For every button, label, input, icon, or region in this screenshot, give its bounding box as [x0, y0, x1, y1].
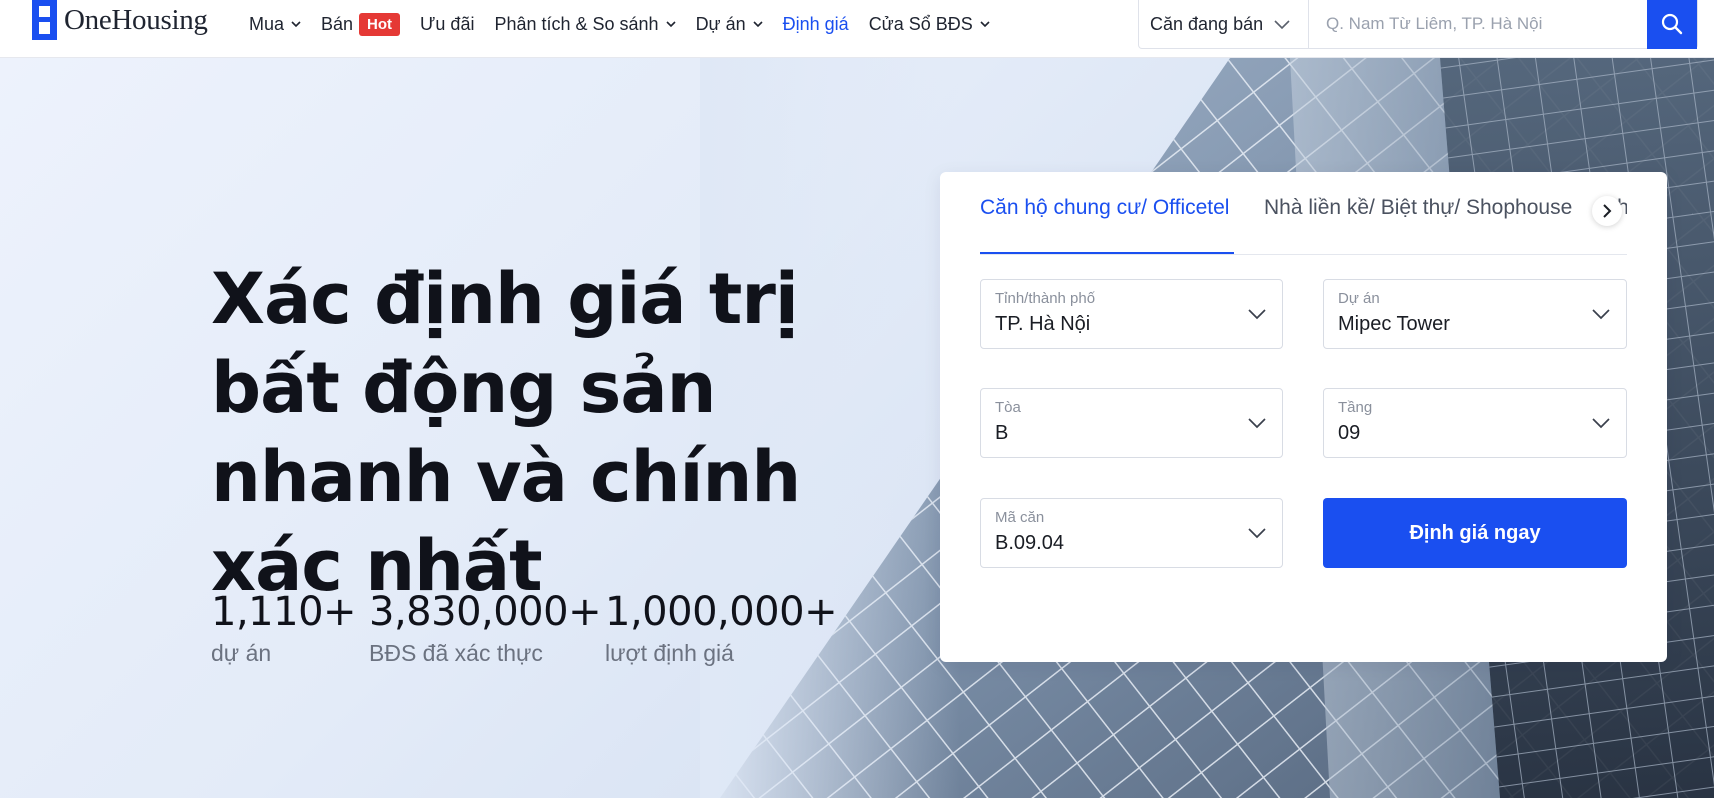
stat-label: BĐS đã xác thực: [369, 640, 543, 666]
chevron-down-icon: [1248, 309, 1266, 320]
field-value: TP. Hà Nội: [995, 313, 1091, 335]
top-header: OneHousing Mua Bán Hot Ưu đãi Phân tích …: [0, 0, 1714, 58]
nav-item-label: Bán: [321, 13, 354, 34]
field-label: Tỉnh/thành phố: [995, 290, 1096, 307]
chevron-down-icon: [980, 21, 990, 28]
valuation-card: Căn hộ chung cư/ Officetel Nhà liền kề/ …: [940, 172, 1667, 662]
nav-item-label: Định giá: [782, 13, 849, 34]
field-value: Mipec Tower: [1338, 313, 1450, 335]
chevron-down-icon: [1274, 20, 1290, 30]
stat-label: lượt định giá: [605, 640, 734, 666]
stat-label: dự án: [211, 640, 272, 666]
nav-item-dinh-gia[interactable]: Định giá: [783, 14, 849, 35]
nav-item-label: Cửa Sổ BĐS: [868, 13, 973, 34]
project-select[interactable]: Dự án Mipec Tower: [1323, 279, 1627, 349]
nav-item-label: Dự án: [695, 13, 746, 34]
tab-townhouse[interactable]: Nhà liền kề/ Biệt thự/ Shophouse: [1264, 196, 1572, 220]
main-nav: Mua Bán Hot Ưu đãi Phân tích & So sánh D…: [249, 0, 1010, 48]
nav-item-cua-so-bds[interactable]: Cửa Sổ BĐS: [869, 14, 990, 35]
floor-select[interactable]: Tầng 09: [1323, 388, 1627, 458]
stat-value: 3,830,000+: [369, 589, 602, 635]
nav-item-uu-dai[interactable]: Ưu đãi: [420, 14, 474, 35]
field-value: B.09.04: [995, 532, 1064, 554]
chevron-down-icon: [1592, 418, 1610, 429]
active-tab-indicator: [980, 252, 1234, 254]
chevron-down-icon: [753, 21, 763, 28]
unit-code-select[interactable]: Mã căn B.09.04: [980, 498, 1283, 568]
nav-item-mua[interactable]: Mua: [249, 14, 301, 35]
logo[interactable]: OneHousing: [32, 0, 208, 40]
field-label: Mã căn: [995, 509, 1045, 526]
nav-item-label: Mua: [249, 13, 285, 34]
chevron-down-icon: [665, 21, 676, 28]
field-value: 09: [1338, 422, 1361, 444]
stat-verified: 3,830,000+ BĐS đã xác thực: [369, 586, 602, 667]
stat-value: 1,000,000+: [605, 589, 838, 635]
province-select[interactable]: Tỉnh/thành phố TP. Hà Nội: [980, 279, 1283, 349]
stats-row: 1,110+ dự án 3,830,000+ BĐS đã xác thực …: [211, 586, 859, 667]
field-label: Dự án: [1338, 290, 1380, 307]
logo-text: OneHousing: [64, 3, 208, 36]
search-button[interactable]: [1647, 0, 1697, 49]
nav-item-label: Phân tích & So sánh: [494, 13, 659, 34]
tab-apartment[interactable]: Căn hộ chung cư/ Officetel: [980, 196, 1229, 220]
valuate-now-button[interactable]: Định giá ngay: [1323, 498, 1627, 568]
search-type-value: Căn đang bán: [1150, 13, 1264, 34]
chevron-down-icon: [1248, 418, 1266, 429]
field-label: Tòa: [995, 399, 1021, 416]
tabs-next-button[interactable]: [1592, 196, 1622, 226]
nav-item-du-an[interactable]: Dự án: [696, 14, 763, 35]
search-bar: Căn đang bán: [1138, 0, 1698, 49]
stat-valuations: 1,000,000+ lượt định giá: [605, 586, 838, 667]
chevron-down-icon: [1248, 528, 1266, 539]
logo-mark-icon: [32, 0, 57, 40]
field-label: Tầng: [1338, 399, 1373, 416]
nav-item-label: Ưu đãi: [420, 13, 475, 34]
stat-value: 1,110+: [211, 589, 357, 635]
nav-item-ban[interactable]: Bán Hot: [321, 12, 401, 36]
search-input[interactable]: [1309, 0, 1647, 48]
search-icon: [1661, 13, 1683, 35]
property-type-tabs: Căn hộ chung cư/ Officetel Nhà liền kề/ …: [980, 172, 1627, 255]
nav-item-phan-tich[interactable]: Phân tích & So sánh: [494, 13, 676, 35]
search-type-select[interactable]: Căn đang bán: [1139, 0, 1309, 48]
hero-title: Xác định giá trị bất động sản nhanh và c…: [211, 258, 801, 607]
chevron-right-icon: [1603, 204, 1612, 218]
field-value: B: [995, 422, 1009, 444]
chevron-down-icon: [1592, 309, 1610, 320]
hot-badge: Hot: [359, 12, 401, 36]
stat-projects: 1,110+ dự án: [211, 586, 357, 667]
chevron-down-icon: [291, 21, 301, 28]
building-select[interactable]: Tòa B: [980, 388, 1283, 458]
